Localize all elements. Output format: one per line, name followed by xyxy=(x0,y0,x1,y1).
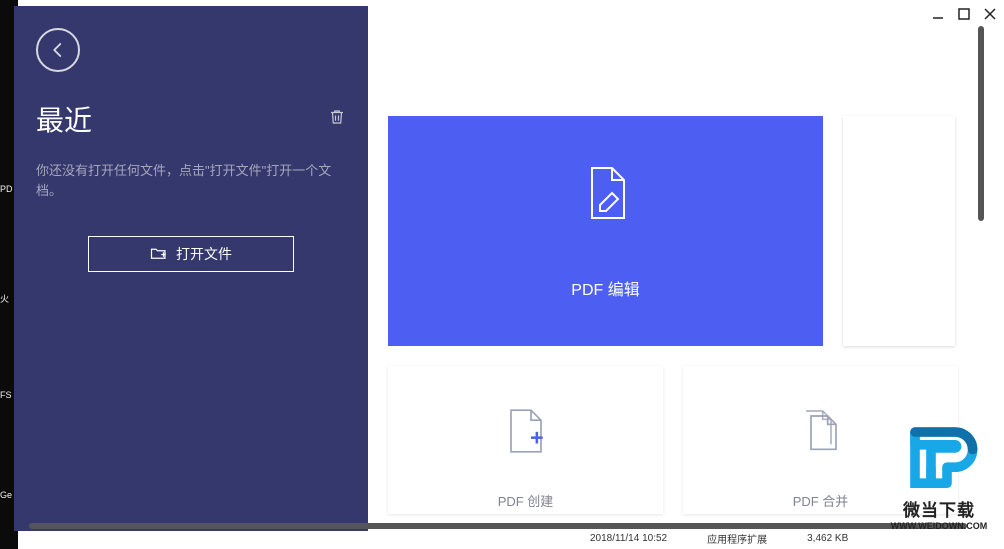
file-size: 3,462 KB xyxy=(807,533,848,544)
minimize-button[interactable] xyxy=(930,6,946,22)
side-tile[interactable] xyxy=(843,116,955,346)
pdf-merge-label: PDF 合并 xyxy=(793,491,849,510)
recent-empty-text: 你还没有打开任何文件，点击"打开文件"打开一个文档。 xyxy=(36,161,346,201)
sidebar: 最近 你还没有打开任何文件，点击"打开文件"打开一个文档。 打开文件 xyxy=(14,6,368,531)
title-bar xyxy=(930,6,998,22)
edit-document-icon xyxy=(576,163,636,228)
app-window: 最近 你还没有打开任何文件，点击"打开文件"打开一个文档。 打开文件 xyxy=(14,6,989,531)
file-date: 2018/11/14 10:52 xyxy=(590,533,667,544)
desktop-label: FS xyxy=(0,390,12,400)
file-type: 应用程序扩展 xyxy=(707,531,767,546)
vertical-scrollbar-thumb[interactable] xyxy=(978,26,984,221)
folder-open-icon xyxy=(150,245,168,264)
pdf-merge-tile[interactable]: PDF 合并 xyxy=(683,366,958,514)
merge-documents-icon xyxy=(796,406,846,491)
close-button[interactable] xyxy=(982,6,998,22)
maximize-button[interactable] xyxy=(956,6,972,22)
desktop-label: PD xyxy=(0,184,13,194)
recent-title: 最近 xyxy=(36,99,92,139)
horizontal-scrollbar-thumb[interactable] xyxy=(29,523,967,529)
pdf-edit-label: PDF 编辑 xyxy=(571,276,639,300)
pdf-create-tile[interactable]: PDF 创建 xyxy=(388,366,663,514)
open-file-label: 打开文件 xyxy=(176,244,232,264)
vertical-scrollbar-track xyxy=(978,6,984,511)
explorer-row: 2018/11/14 10:52 应用程序扩展 3,462 KB xyxy=(90,529,848,547)
pdf-edit-tile[interactable]: PDF 编辑 xyxy=(388,116,823,346)
clear-recent-button[interactable] xyxy=(328,107,346,132)
open-file-button[interactable]: 打开文件 xyxy=(88,236,294,272)
main-area: PDF 编辑 PDF 创建 xyxy=(368,6,989,531)
pdf-create-label: PDF 创建 xyxy=(498,491,554,510)
back-button[interactable] xyxy=(36,28,80,72)
create-document-icon xyxy=(501,406,551,491)
desktop-label: Ge xyxy=(0,490,12,500)
desktop-label: 火 xyxy=(0,292,9,305)
